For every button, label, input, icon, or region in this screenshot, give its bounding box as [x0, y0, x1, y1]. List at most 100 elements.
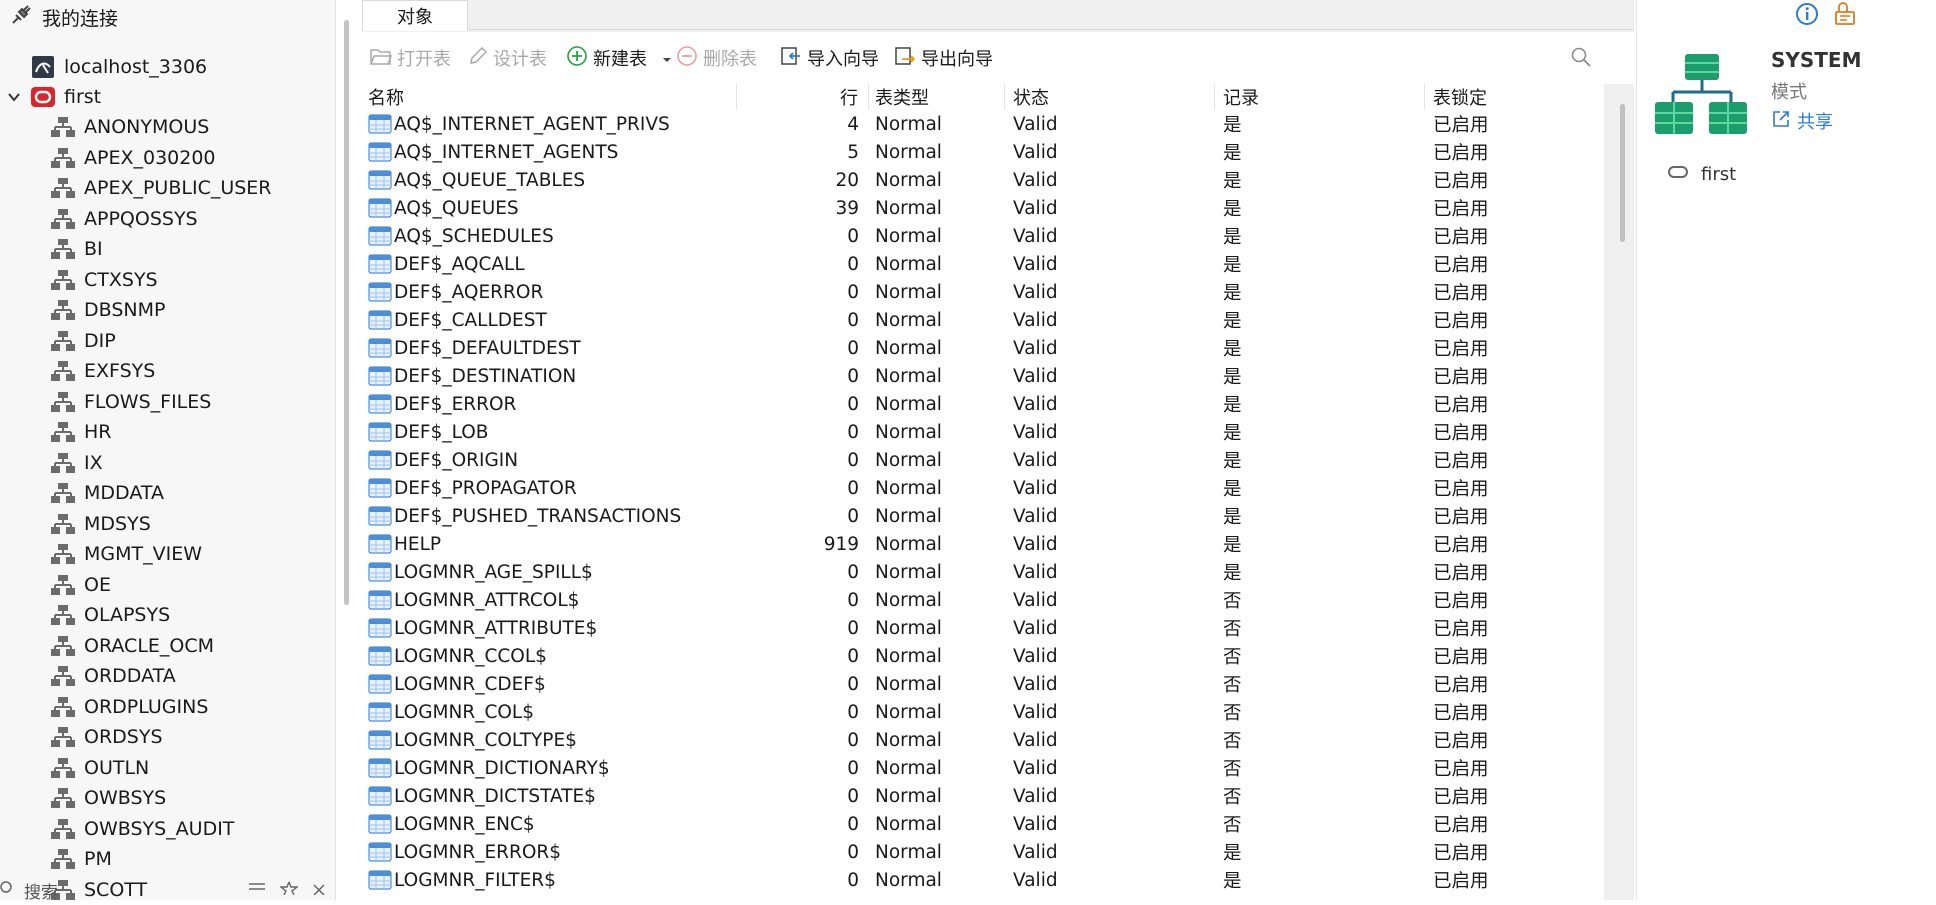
- table-row[interactable]: LOGMNR_CDEF$ 0 Normal Valid 否 已启用: [362, 670, 1604, 698]
- table-row[interactable]: DEF$_PROPAGATOR 0 Normal Valid 是 已启用: [362, 474, 1604, 502]
- cell-logging: 是: [1223, 535, 1242, 556]
- cell-table-lock: 已启用: [1433, 423, 1489, 444]
- ddl-icon[interactable]: [1833, 2, 1857, 31]
- tree-item-schema[interactable]: OLAPSYS: [50, 600, 170, 630]
- sidebar-search-input[interactable]: 搜索: [24, 878, 58, 903]
- import-wizard-button[interactable]: 导入向导: [780, 44, 879, 72]
- table-row[interactable]: LOGMNR_FILTER$ 0 Normal Valid 是 已启用: [362, 866, 1604, 894]
- tree-item-connection[interactable]: localhost_3306: [30, 52, 207, 82]
- table-row[interactable]: DEF$_PUSHED_TRANSACTIONS 0 Normal Valid 是 已启用: [362, 502, 1604, 530]
- tree-item-schema[interactable]: APPQOSSYS: [50, 204, 198, 234]
- table-row[interactable]: LOGMNR_DICTIONARY$ 0 Normal Valid 否 已启用: [362, 754, 1604, 782]
- chevron-down-icon[interactable]: [6, 89, 24, 105]
- table-row[interactable]: DEF$_DESTINATION 0 Normal Valid 是 已启用: [362, 362, 1604, 390]
- schema-type: 模式: [1771, 82, 1807, 103]
- table-scrollbar[interactable]: [1620, 104, 1625, 242]
- table-row[interactable]: DEF$_AQERROR 0 Normal Valid 是 已启用: [362, 278, 1604, 306]
- table-row[interactable]: AQ$_SCHEDULES 0 Normal Valid 是 已启用: [362, 222, 1604, 250]
- my-connections-header[interactable]: 我的连接: [10, 4, 118, 30]
- table-name: AQ$_INTERNET_AGENT_PRIVS: [394, 113, 670, 135]
- open-table-button[interactable]: 打开表: [370, 44, 451, 72]
- folder-open-icon: [370, 46, 393, 71]
- tree-item-database[interactable]: first: [6, 82, 101, 112]
- close-icon[interactable]: [312, 880, 326, 900]
- tree-item-schema[interactable]: FLOWS_FILES: [50, 387, 211, 417]
- search-icon[interactable]: [0, 880, 14, 900]
- column-header-table-type[interactable]: 表类型: [869, 84, 1005, 110]
- table-row[interactable]: AQ$_INTERNET_AGENT_PRIVS 4 Normal Valid 是 已启用: [362, 110, 1604, 138]
- column-header-logging[interactable]: 记录: [1215, 84, 1425, 110]
- tree-item-schema[interactable]: HR: [50, 417, 112, 447]
- table-row[interactable]: LOGMNR_DICTSTATE$ 0 Normal Valid 否 已启用: [362, 782, 1604, 810]
- table-row[interactable]: LOGMNR_CCOL$ 0 Normal Valid 否 已启用: [362, 642, 1604, 670]
- tree-item-schema[interactable]: ANONYMOUS: [50, 112, 209, 142]
- table-row[interactable]: AQ$_QUEUE_TABLES 20 Normal Valid 是 已启用: [362, 166, 1604, 194]
- table-row[interactable]: AQ$_QUEUES 39 Normal Valid 是 已启用: [362, 194, 1604, 222]
- table-row[interactable]: LOGMNR_COLTYPE$ 0 Normal Valid 否 已启用: [362, 726, 1604, 754]
- tree-item-schema[interactable]: CTXSYS: [50, 265, 158, 295]
- column-header-status[interactable]: 状态: [1005, 84, 1215, 110]
- tree-item-schema[interactable]: IX: [50, 448, 103, 478]
- tab-objects[interactable]: 对象: [362, 0, 468, 31]
- tree-item-schema[interactable]: ORDPLUGINS: [50, 692, 208, 722]
- cell-table-type: Normal: [875, 309, 942, 331]
- tree-item-schema[interactable]: MDDATA: [50, 478, 164, 508]
- cell-status: Valid: [1013, 197, 1058, 219]
- tree-item-schema[interactable]: BI: [50, 234, 103, 264]
- table-row[interactable]: DEF$_AQCALL 0 Normal Valid 是 已启用: [362, 250, 1604, 278]
- delete-table-button[interactable]: 删除表: [676, 44, 757, 72]
- tree-item-schema[interactable]: ORDSYS: [50, 722, 163, 752]
- table-row[interactable]: LOGMNR_ENC$ 0 Normal Valid 否 已启用: [362, 810, 1604, 838]
- column-header-name[interactable]: 名称: [362, 84, 737, 110]
- table-row[interactable]: DEF$_CALLDEST 0 Normal Valid 是 已启用: [362, 306, 1604, 334]
- column-header-table-lock[interactable]: 表锁定: [1425, 84, 1604, 110]
- new-table-button[interactable]: 新建表: [566, 44, 672, 72]
- list-icon[interactable]: [248, 880, 266, 900]
- cell-rows: 20: [835, 169, 859, 191]
- search-icon[interactable]: [1570, 46, 1594, 70]
- star-icon[interactable]: [279, 880, 299, 900]
- tree-item-schema[interactable]: ORDDATA: [50, 661, 176, 691]
- cell-name: DEF$_PUSHED_TRANSACTIONS: [362, 502, 737, 530]
- tree-item-schema[interactable]: APEX_030200: [50, 143, 216, 173]
- table-row[interactable]: LOGMNR_COL$ 0 Normal Valid 否 已启用: [362, 698, 1604, 726]
- table-row[interactable]: DEF$_DEFAULTDEST 0 Normal Valid 是 已启用: [362, 334, 1604, 362]
- tree-item-schema[interactable]: OWBSYS: [50, 783, 166, 813]
- cell-table-lock: 已启用: [1433, 199, 1489, 220]
- tree-item-schema[interactable]: OWBSYS_AUDIT: [50, 814, 234, 844]
- tree-item-schema[interactable]: OE: [50, 570, 111, 600]
- table-row[interactable]: LOGMNR_AGE_SPILL$ 0 Normal Valid 是 已启用: [362, 558, 1604, 586]
- tree-item-schema[interactable]: PM: [50, 844, 112, 874]
- cell-status: Valid: [1013, 645, 1058, 667]
- design-table-button[interactable]: 设计表: [468, 44, 547, 72]
- sidebar-scrollbar[interactable]: [344, 20, 349, 605]
- tree-item-schema[interactable]: MGMT_VIEW: [50, 539, 202, 569]
- tree-item-schema[interactable]: MDSYS: [50, 509, 151, 539]
- share-button[interactable]: 共享: [1771, 108, 1833, 134]
- table-row[interactable]: LOGMNR_ATTRIBUTE$ 0 Normal Valid 否 已启用: [362, 614, 1604, 642]
- table-name: LOGMNR_ENC$: [394, 813, 535, 835]
- info-icon[interactable]: [1795, 2, 1819, 31]
- tree-item-schema[interactable]: APEX_PUBLIC_USER: [50, 173, 272, 203]
- table-row[interactable]: DEF$_ERROR 0 Normal Valid 是 已启用: [362, 390, 1604, 418]
- table-row[interactable]: LOGMNR_ERROR$ 0 Normal Valid 是 已启用: [362, 838, 1604, 866]
- table-row[interactable]: AQ$_INTERNET_AGENTS 5 Normal Valid 是 已启用: [362, 138, 1604, 166]
- table-row[interactable]: DEF$_LOB 0 Normal Valid 是 已启用: [362, 418, 1604, 446]
- cell-name: DEF$_CALLDEST: [362, 306, 737, 334]
- dropdown-arrow-icon[interactable]: [662, 48, 672, 69]
- cell-name: AQ$_QUEUE_TABLES: [362, 166, 737, 194]
- tree-item-schema[interactable]: DIP: [50, 326, 116, 356]
- table-row[interactable]: HELP 919 Normal Valid 是 已启用: [362, 530, 1604, 558]
- tree-item-schema[interactable]: OUTLN: [50, 753, 149, 783]
- cell-status: Valid: [1013, 533, 1058, 555]
- export-wizard-button[interactable]: 导出向导: [894, 44, 993, 72]
- cell-status: Valid: [1013, 869, 1058, 891]
- column-header-rows[interactable]: 行: [737, 84, 869, 110]
- tree-item-schema[interactable]: DBSNMP: [50, 295, 165, 325]
- tree-item-schema[interactable]: EXFSYS: [50, 356, 155, 386]
- tree-item-schema[interactable]: ORACLE_OCM: [50, 631, 214, 661]
- export-wizard-label: 导出向导: [921, 49, 993, 70]
- table-row[interactable]: LOGMNR_ATTRCOL$ 0 Normal Valid 否 已启用: [362, 586, 1604, 614]
- add-circle-icon: [566, 45, 588, 72]
- table-row[interactable]: DEF$_ORIGIN 0 Normal Valid 是 已启用: [362, 446, 1604, 474]
